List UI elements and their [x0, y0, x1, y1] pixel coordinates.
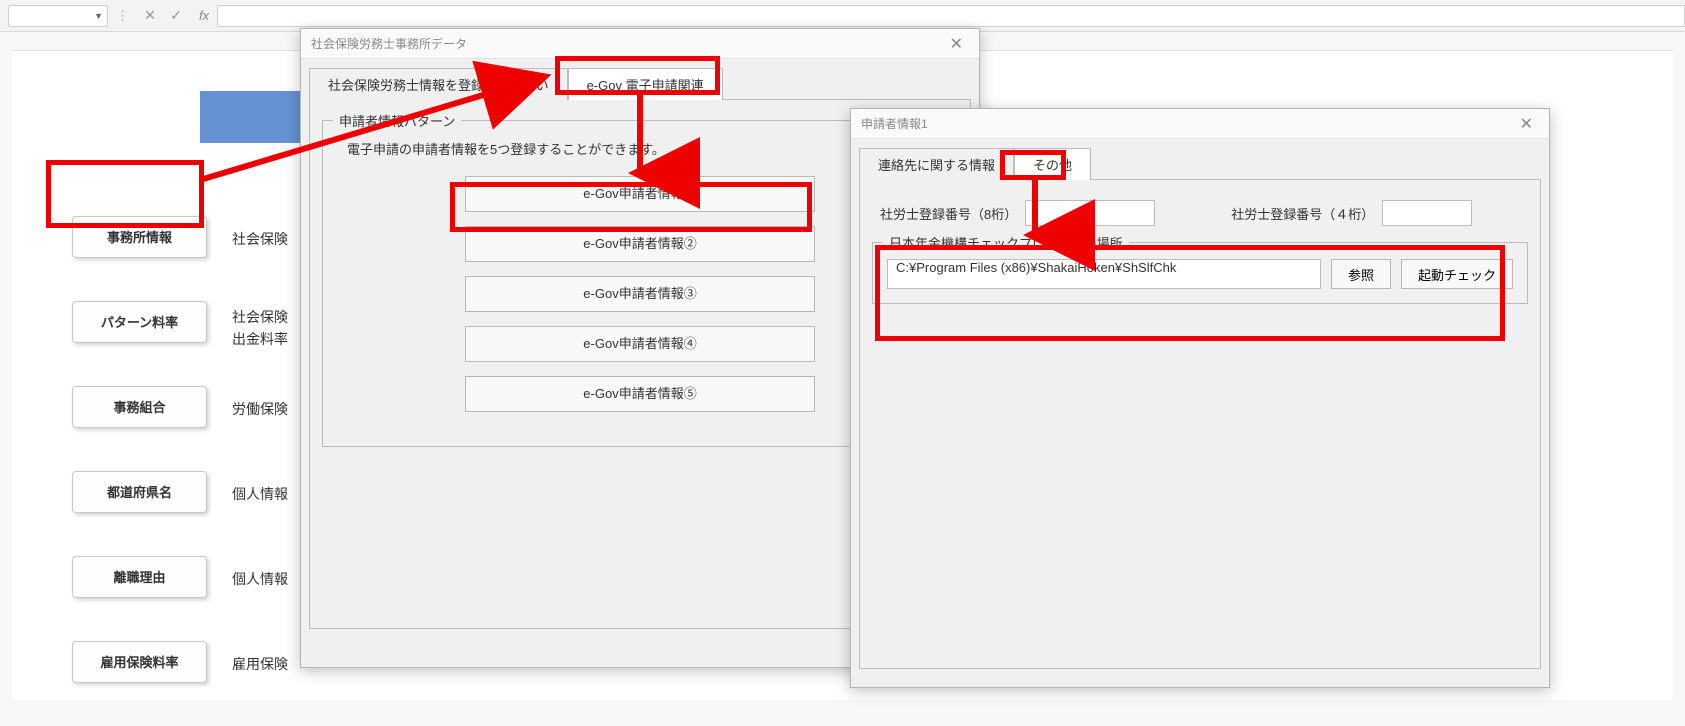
dialog2-tabs: 連絡先に関する情報 その他 [851, 139, 1549, 179]
sidebar-item-separation[interactable]: 離職理由 [72, 556, 207, 598]
group-legend: 日本年金機構チェックプログラムの場所 [883, 233, 1129, 252]
check-icon[interactable]: ✓ [165, 5, 187, 27]
tab-other[interactable]: その他 [1014, 148, 1091, 180]
reg-number-row: 社労士登録番号（8桁） 社労士登録番号（４桁） [880, 200, 1528, 226]
sidebar-item-prefecture[interactable]: 都道府県名 [72, 471, 207, 513]
dialog1-tabs: 社会保険労務士情報を登録して下さい e-Gov 電子申請関連 [301, 59, 979, 99]
sidebar-desc: 個人情報 [232, 569, 288, 589]
dialog-titlebar: 申請者情報1 ✕ [851, 109, 1549, 139]
reg4-label: 社労士登録番号（４桁） [1231, 204, 1374, 223]
caret-down-icon: ▼ [94, 11, 103, 21]
dialog2-body: 社労士登録番号（8桁） 社労士登録番号（４桁） 日本年金機構チェックプログラムの… [859, 179, 1541, 669]
tab-contact[interactable]: 連絡先に関する情報 [859, 148, 1014, 180]
sidebar-item-office[interactable]: 事務所情報 [72, 216, 207, 258]
sidebar-desc: 社会保険 [232, 229, 288, 249]
program-path-input[interactable]: C:¥Program Files (x86)¥ShakaiHoken¥ShSlf… [887, 259, 1321, 289]
separator-icon: ⋮ [116, 8, 131, 24]
sidebar-desc: 雇用保険 [232, 654, 288, 674]
close-icon[interactable]: ✕ [1514, 114, 1539, 134]
fx-icon[interactable]: fx [199, 8, 209, 23]
sidebar: 事務所情報 社会保険 パターン料率 社会保険 出金料率 事務組合 労働保険 都道… [72, 216, 207, 726]
applicant-info-3-button[interactable]: e-Gov申請者情報③ [465, 276, 815, 312]
name-box[interactable]: ▼ [8, 5, 108, 27]
dialog-title: 申請者情報1 [861, 115, 928, 132]
applicant-info-2-button[interactable]: e-Gov申請者情報② [465, 226, 815, 262]
applicant-info-4-button[interactable]: e-Gov申請者情報④ [465, 326, 815, 362]
sidebar-desc: 個人情報 [232, 484, 288, 504]
sidebar-desc: 労働保険 [232, 399, 288, 419]
check-program-group: 日本年金機構チェックプログラムの場所 C:¥Program Files (x86… [872, 242, 1528, 304]
tab-sr-info[interactable]: 社会保険労務士情報を登録して下さい [309, 68, 568, 100]
close-icon[interactable]: ✕ [944, 34, 969, 54]
cancel-icon[interactable]: ✕ [139, 5, 161, 27]
reg8-label: 社労士登録番号（8桁） [880, 204, 1017, 223]
applicant-info-1-button[interactable]: e-Gov申請者情報① [465, 176, 815, 212]
browse-button[interactable]: 参照 [1331, 259, 1391, 289]
sidebar-desc: 社会保険 出金料率 [232, 306, 288, 350]
reg4-input[interactable] [1382, 200, 1472, 226]
formula-input[interactable] [217, 5, 1685, 27]
applicant-info-5-button[interactable]: e-Gov申請者情報⑤ [465, 376, 815, 412]
reg8-input[interactable] [1025, 200, 1155, 226]
launch-check-button[interactable]: 起動チェック [1401, 259, 1513, 289]
sidebar-item-union[interactable]: 事務組合 [72, 386, 207, 428]
tab-egov[interactable]: e-Gov 電子申請関連 [568, 68, 723, 100]
applicant-info-dialog: 申請者情報1 ✕ 連絡先に関する情報 その他 社労士登録番号（8桁） 社労士登録… [850, 108, 1550, 688]
group-legend: 申請者情報パターン [333, 111, 461, 130]
sidebar-item-pattern[interactable]: パターン料率 [72, 301, 207, 343]
sidebar-item-employment-rate[interactable]: 雇用保険料率 [72, 641, 207, 683]
dialog-title: 社会保険労務士事務所データ [311, 35, 467, 52]
dialog-titlebar: 社会保険労務士事務所データ ✕ [301, 29, 979, 59]
